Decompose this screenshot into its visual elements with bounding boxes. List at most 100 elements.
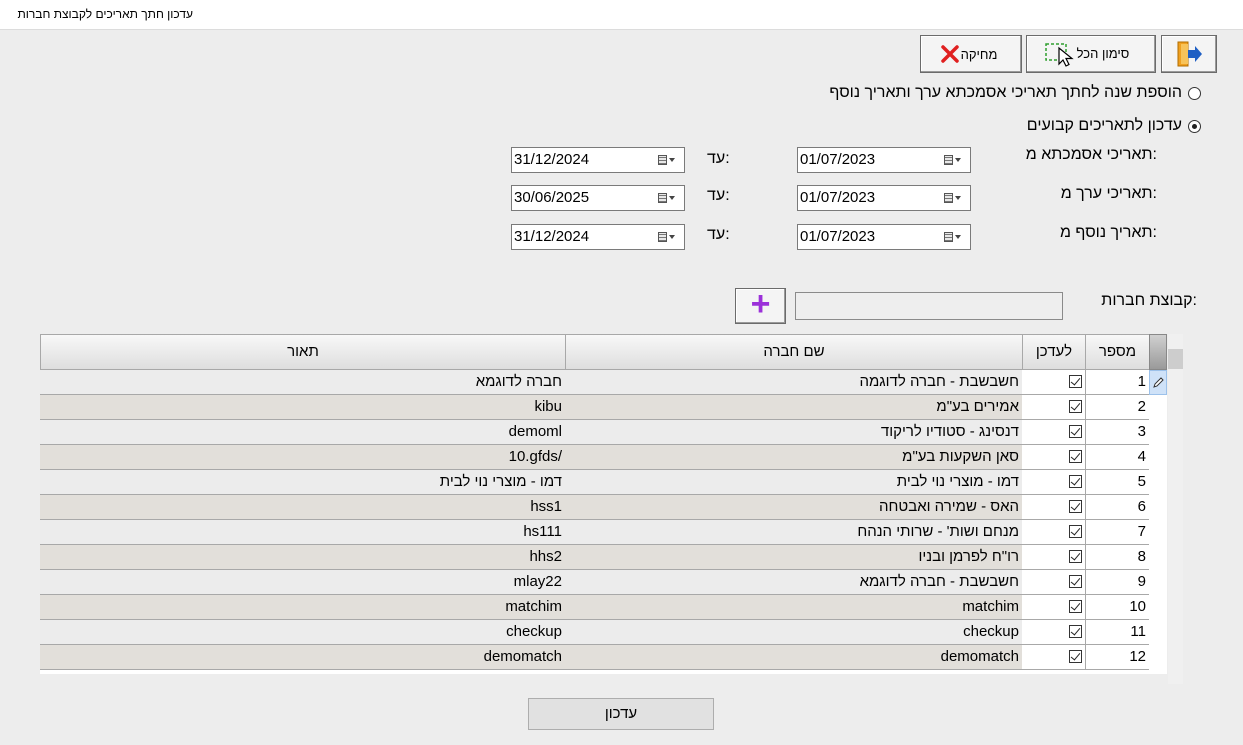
description-cell[interactable]: חברה לדוגמא (40, 370, 566, 395)
number-cell[interactable]: 4 (1085, 445, 1150, 470)
header-description[interactable]: תאור (40, 334, 566, 370)
update-checkbox[interactable] (1069, 500, 1082, 513)
description-cell[interactable]: דמו - מוצרי נוי לבית (40, 470, 566, 495)
number-cell[interactable]: 2 (1085, 395, 1150, 420)
company-name-cell[interactable]: demomatch (565, 645, 1023, 670)
number-cell[interactable]: 1 (1085, 370, 1150, 395)
grid-vertical-scrollbar[interactable] (1168, 334, 1183, 684)
update-checkbox[interactable] (1069, 375, 1082, 388)
mark-all-button[interactable]: סימון הכל (1026, 35, 1156, 73)
description-cell[interactable]: kibu (40, 395, 566, 420)
table-row[interactable]: matchim matchim 10 (40, 595, 1167, 620)
row-indicator[interactable] (1149, 395, 1167, 420)
calendar-dropdown-icon[interactable] (944, 154, 964, 166)
calendar-dropdown-icon[interactable] (658, 192, 678, 204)
header-update[interactable]: לעדכן (1022, 334, 1086, 370)
row-indicator[interactable] (1149, 570, 1167, 595)
company-name-cell[interactable]: matchim (565, 595, 1023, 620)
update-checkbox-cell[interactable] (1022, 445, 1086, 470)
description-cell[interactable]: matchim (40, 595, 566, 620)
update-checkbox-cell[interactable] (1022, 595, 1086, 620)
table-row[interactable]: checkup checkup 11 (40, 620, 1167, 645)
row-indicator[interactable] (1149, 620, 1167, 645)
company-name-cell[interactable]: דנסינג - סטודיו לריקוד (565, 420, 1023, 445)
calendar-dropdown-icon[interactable] (658, 154, 678, 166)
exit-button[interactable] (1161, 35, 1217, 73)
number-cell[interactable]: 10 (1085, 595, 1150, 620)
number-cell[interactable]: 3 (1085, 420, 1150, 445)
update-checkbox-cell[interactable] (1022, 645, 1086, 670)
number-cell[interactable]: 7 (1085, 520, 1150, 545)
update-checkbox-cell[interactable] (1022, 545, 1086, 570)
row-indicator[interactable] (1149, 420, 1167, 445)
table-row[interactable]: hs111 מנחם ושות' - שרותי הנהח 7 (40, 520, 1167, 545)
update-checkbox[interactable] (1069, 650, 1082, 663)
row-indicator[interactable] (1149, 370, 1167, 395)
header-number[interactable]: מספר (1085, 334, 1150, 370)
calendar-dropdown-icon[interactable] (944, 231, 964, 243)
row-indicator[interactable] (1149, 595, 1167, 620)
description-cell[interactable]: mlay22 (40, 570, 566, 595)
update-checkbox[interactable] (1069, 400, 1082, 413)
delete-button[interactable]: מחיקה (920, 35, 1022, 73)
description-cell[interactable]: demoml (40, 420, 566, 445)
scrollbar-thumb[interactable] (1168, 349, 1183, 369)
row-indicator[interactable] (1149, 445, 1167, 470)
description-cell[interactable]: 10.gfds/ (40, 445, 566, 470)
update-checkbox[interactable] (1069, 600, 1082, 613)
table-row[interactable]: demoml דנסינג - סטודיו לריקוד 3 (40, 420, 1167, 445)
description-cell[interactable]: checkup (40, 620, 566, 645)
update-checkbox[interactable] (1069, 425, 1082, 438)
update-checkbox-cell[interactable] (1022, 370, 1086, 395)
update-checkbox[interactable] (1069, 475, 1082, 488)
number-cell[interactable]: 9 (1085, 570, 1150, 595)
row-indicator[interactable] (1149, 545, 1167, 570)
update-checkbox[interactable] (1069, 625, 1082, 638)
extra-from-date[interactable]: 01/07/2023 (797, 224, 971, 250)
radio-add-year[interactable] (1188, 86, 1201, 100)
radio-fixed-dates[interactable] (1188, 119, 1201, 133)
company-name-cell[interactable]: מנחם ושות' - שרותי הנהח (565, 520, 1023, 545)
row-indicator[interactable] (1149, 645, 1167, 670)
reference-to-date[interactable]: 31/12/2024 (511, 147, 685, 173)
table-row[interactable]: kibu אמירים בע"מ 2 (40, 395, 1167, 420)
company-name-cell[interactable]: אמירים בע"מ (565, 395, 1023, 420)
company-name-cell[interactable]: חשבשבת - חברה לדוגמה (565, 370, 1023, 395)
table-row[interactable]: demomatch demomatch 12 (40, 645, 1167, 670)
table-row[interactable]: mlay22 חשבשבת - חברה לדוגמא 9 (40, 570, 1167, 595)
header-company-name[interactable]: שם חברה (565, 334, 1023, 370)
add-group-button[interactable]: + (735, 287, 786, 324)
number-cell[interactable]: 12 (1085, 645, 1150, 670)
grid-corner-handle[interactable] (1149, 334, 1167, 370)
table-row[interactable]: חברה לדוגמא חשבשבת - חברה לדוגמה 1 (40, 370, 1167, 395)
number-cell[interactable]: 5 (1085, 470, 1150, 495)
update-button[interactable]: עדכון (528, 698, 714, 730)
company-group-field[interactable] (795, 292, 1063, 320)
option-fixed-dates[interactable]: עדכון לתאריכים קבועים (1027, 117, 1201, 135)
update-checkbox-cell[interactable] (1022, 395, 1086, 420)
update-checkbox[interactable] (1069, 575, 1082, 588)
update-checkbox-cell[interactable] (1022, 520, 1086, 545)
update-checkbox-cell[interactable] (1022, 495, 1086, 520)
calendar-dropdown-icon[interactable] (658, 231, 678, 243)
number-cell[interactable]: 6 (1085, 495, 1150, 520)
table-row[interactable]: דמו - מוצרי נוי לבית דמו - מוצרי נוי לבית… (40, 470, 1167, 495)
number-cell[interactable]: 11 (1085, 620, 1150, 645)
update-checkbox-cell[interactable] (1022, 620, 1086, 645)
description-cell[interactable]: hhs2 (40, 545, 566, 570)
table-row[interactable]: 10.gfds/סאן השקעות בע"מ 4 (40, 445, 1167, 470)
update-checkbox-cell[interactable] (1022, 470, 1086, 495)
description-cell[interactable]: hss1 (40, 495, 566, 520)
company-name-cell[interactable]: checkup (565, 620, 1023, 645)
table-row[interactable]: hss1 האס - שמירה ואבטחה 6 (40, 495, 1167, 520)
update-checkbox[interactable] (1069, 450, 1082, 463)
update-checkbox-cell[interactable] (1022, 570, 1086, 595)
update-checkbox[interactable] (1069, 525, 1082, 538)
calendar-dropdown-icon[interactable] (944, 192, 964, 204)
row-indicator[interactable] (1149, 495, 1167, 520)
company-name-cell[interactable]: רו"ח לפרמן ובניו (565, 545, 1023, 570)
extra-to-date[interactable]: 31/12/2024 (511, 224, 685, 250)
number-cell[interactable]: 8 (1085, 545, 1150, 570)
update-checkbox-cell[interactable] (1022, 420, 1086, 445)
company-name-cell[interactable]: חשבשבת - חברה לדוגמא (565, 570, 1023, 595)
